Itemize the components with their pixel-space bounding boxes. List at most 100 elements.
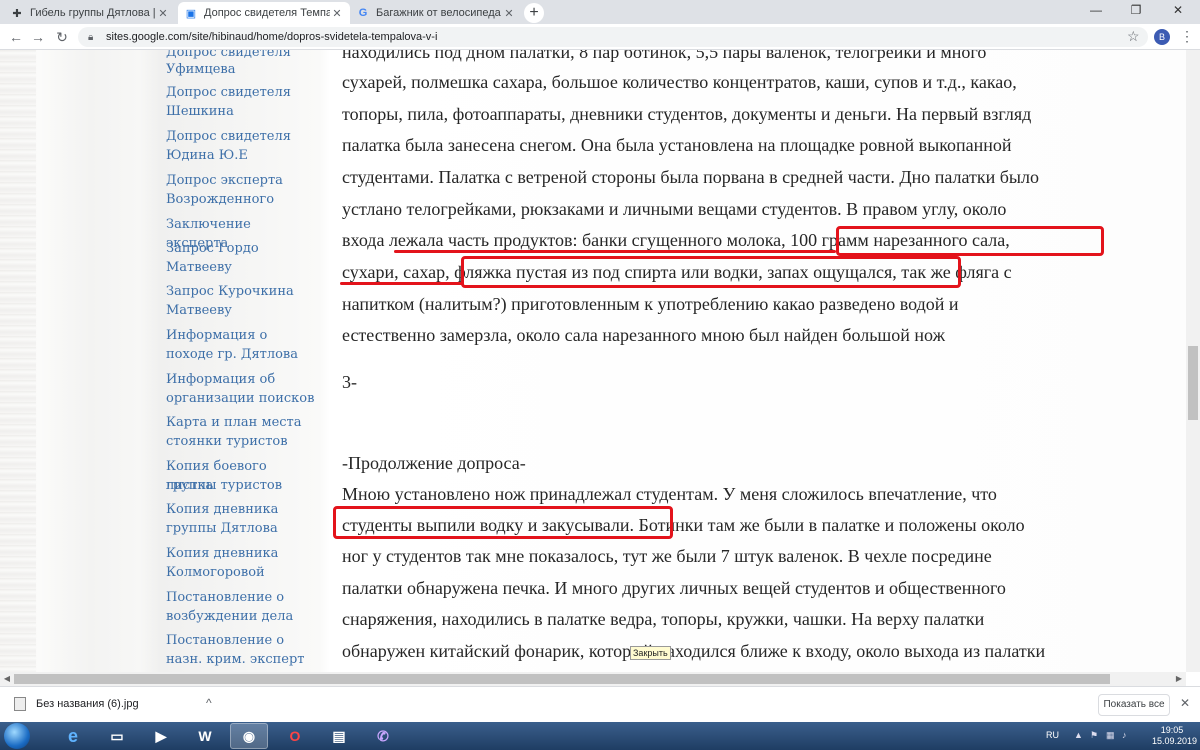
minimize-icon[interactable]: —	[1076, 0, 1116, 22]
downloads-bar: Без названия (6).jpg ^ Показать все ✕	[0, 686, 1200, 722]
clock[interactable]: 19:05 15.09.2019	[1152, 725, 1198, 747]
red-underline	[394, 250, 836, 253]
sidebar-link[interactable]: организации поисков	[166, 389, 316, 408]
sidebar-link[interactable]: стоянки туристов	[166, 432, 316, 451]
close-icon[interactable]: ✕	[156, 7, 170, 20]
sidebar-link[interactable]: Копия дневника	[166, 544, 316, 563]
address-bar[interactable]: 🔒︎ sites.google.com/site/hibinaud/home/d…	[78, 27, 1148, 47]
sidebar-link[interactable]: Матвееву	[166, 301, 316, 320]
file-icon	[14, 697, 26, 711]
sidebar-link[interactable]: Допрос свидетеля	[166, 127, 316, 146]
browser-toolbar: ← → ↻ 🔒︎ sites.google.com/site/hibinaud/…	[0, 24, 1200, 50]
red-highlight-box	[836, 226, 1104, 256]
tab-google[interactable]: G Багажник от велосипеда ссср - ✕	[350, 2, 522, 24]
sidebar-link[interactable]: Запрос Курочкина	[166, 282, 316, 301]
close-icon[interactable]: ✕	[502, 7, 516, 20]
text-line: ног у студентов так мне показалось, тут …	[342, 546, 992, 566]
media-player-icon[interactable]: ▶	[142, 723, 180, 749]
section-number: 3-	[342, 372, 357, 392]
sidebar-link[interactable]: Информация об	[166, 370, 316, 389]
scroll-right-icon[interactable]: ▶	[1172, 672, 1186, 686]
sidebar-link[interactable]: группы Дятлова	[166, 519, 316, 538]
paper-texture	[0, 50, 36, 672]
page-viewport: Допрос свидетеля Уфимцева Допрос свидете…	[0, 50, 1186, 672]
lock-icon: 🔒︎	[88, 31, 94, 43]
tab-title: Гибель группы Дятлова | Стран	[30, 7, 156, 19]
word-icon[interactable]: W	[186, 723, 224, 749]
back-arrow-icon[interactable]: ←	[6, 27, 26, 47]
close-icon[interactable]: ✕	[330, 7, 344, 20]
new-tab-button[interactable]: +	[524, 3, 544, 23]
sidebar-link[interactable]: Карта и план места	[166, 413, 316, 432]
sidebar-link[interactable]: Матвееву	[166, 258, 316, 277]
clock-date: 15.09.2019	[1152, 736, 1198, 746]
scroll-left-icon[interactable]: ◀	[0, 672, 14, 686]
show-all-button[interactable]: Показать все	[1098, 694, 1170, 716]
horizontal-scrollbar[interactable]: ◀ ▶	[0, 672, 1186, 686]
clock-time: 19:05	[1160, 725, 1184, 735]
red-highlight-box	[333, 506, 673, 539]
tab-dyatlov[interactable]: ✚ Гибель группы Дятлова | Стран ✕	[4, 2, 176, 24]
text-line: обнаружен китайский фонарик, который нах…	[342, 641, 1046, 661]
sidebar-link[interactable]: Колмогоровой	[166, 563, 316, 582]
network-icon[interactable]: ▦	[1106, 730, 1115, 741]
sidebar-link[interactable]: Постановление о	[166, 588, 316, 607]
text-line: студентами. Палатка с ветреной стороны б…	[342, 167, 1039, 187]
sidebar-link[interactable]: Копия дневника	[166, 500, 316, 519]
sidebar-link[interactable]: Возрожденного	[166, 190, 316, 209]
red-underline	[340, 282, 464, 285]
sidebar-link[interactable]: Юдина Ю.Е	[166, 146, 316, 165]
scroll-thumb[interactable]	[14, 674, 1110, 684]
chrome-icon[interactable]: ◉	[230, 723, 268, 749]
tab-title: Допрос свидетеля Темпалова В	[204, 7, 330, 19]
sidebar-link[interactable]: назн. крим. эксперт	[166, 650, 316, 669]
text-line: напитком (налитым?) приготовленным к упо…	[342, 294, 959, 314]
start-button[interactable]	[4, 723, 30, 749]
windows-taskbar: e ▭ ▶ W ◉ O ▤ ✆ RU ▲ ⚑ ▦ ♪ 19:05 15.09.2…	[0, 722, 1200, 750]
close-icon[interactable]: ✕	[1180, 696, 1190, 710]
opera-icon[interactable]: O	[276, 723, 314, 749]
tab-dopros[interactable]: ▣ Допрос свидетеля Темпалова В ✕	[178, 2, 350, 24]
section-heading: -Продолжение допроса-	[342, 453, 526, 473]
text-line: палатка была занесена снегом. Она была у…	[342, 135, 1012, 155]
text-line: сухарей, полмешка сахара, большое количе…	[342, 72, 1017, 92]
reload-icon[interactable]: ↻	[52, 27, 72, 47]
chevron-up-icon[interactable]: ^	[206, 696, 212, 710]
google-icon: G	[358, 7, 368, 19]
volume-icon[interactable]: ♪	[1122, 730, 1127, 740]
sidebar-link[interactable]: Допрос свидетеля	[166, 83, 316, 102]
sidebar-link[interactable]: Запрос Гордо	[166, 239, 316, 258]
sidebar-link[interactable]: Шешкина	[166, 102, 316, 121]
tab-title: Багажник от велосипеда ссср -	[376, 7, 502, 19]
window-close-icon[interactable]: ✕	[1158, 0, 1198, 22]
maximize-icon[interactable]: ❐	[1116, 0, 1156, 22]
sidebar-link[interactable]: Постановление о	[166, 631, 316, 650]
chevron-up-icon[interactable]: ▲	[1074, 730, 1083, 740]
sidebar-link[interactable]: походе гр. Дятлова	[166, 345, 316, 364]
text-line: топоры, пила, фотоаппараты, дневники сту…	[342, 104, 1032, 124]
vertical-scrollbar[interactable]	[1186, 50, 1200, 672]
sidebar-link[interactable]: возбуждении дела	[166, 607, 316, 626]
photos-icon[interactable]: ▤	[320, 723, 358, 749]
language-indicator[interactable]: RU	[1046, 730, 1059, 740]
tab-strip: ✚ Гибель группы Дятлова | Стран ✕ ▣ Допр…	[0, 0, 1200, 24]
text-line: естественно замерзла, около сала нарезан…	[342, 325, 946, 345]
profile-avatar[interactable]: B	[1154, 29, 1170, 45]
text-line: Мною установлено нож принадлежал студент…	[342, 484, 997, 504]
download-filename[interactable]: Без названия (6).jpg	[36, 698, 139, 710]
scroll-thumb[interactable]	[1188, 346, 1198, 420]
explorer-icon[interactable]: ▭	[98, 723, 136, 749]
sidebar-link[interactable]: Допрос эксперта	[166, 171, 316, 190]
sidebar-link[interactable]: Уфимцева	[166, 60, 316, 79]
ie-icon[interactable]: e	[54, 723, 92, 749]
sidebar-link[interactable]: группы туристов	[166, 476, 316, 495]
forward-arrow-icon[interactable]: →	[28, 27, 48, 47]
sidebar-link[interactable]: Информация о	[166, 326, 316, 345]
text-line: находились под дном палатки, 8 пар ботин…	[342, 50, 987, 62]
menu-dots-icon[interactable]: ⋮	[1180, 28, 1194, 45]
text-line: снаряжения, находились в палатке ведра, …	[342, 609, 985, 629]
flag-icon[interactable]: ⚑	[1090, 730, 1098, 741]
viber-icon[interactable]: ✆	[364, 723, 402, 749]
bookmark-star-icon[interactable]: ☆	[1127, 28, 1140, 45]
text-line: устлано телогрейками, рюкзаками и личным…	[342, 199, 1007, 219]
